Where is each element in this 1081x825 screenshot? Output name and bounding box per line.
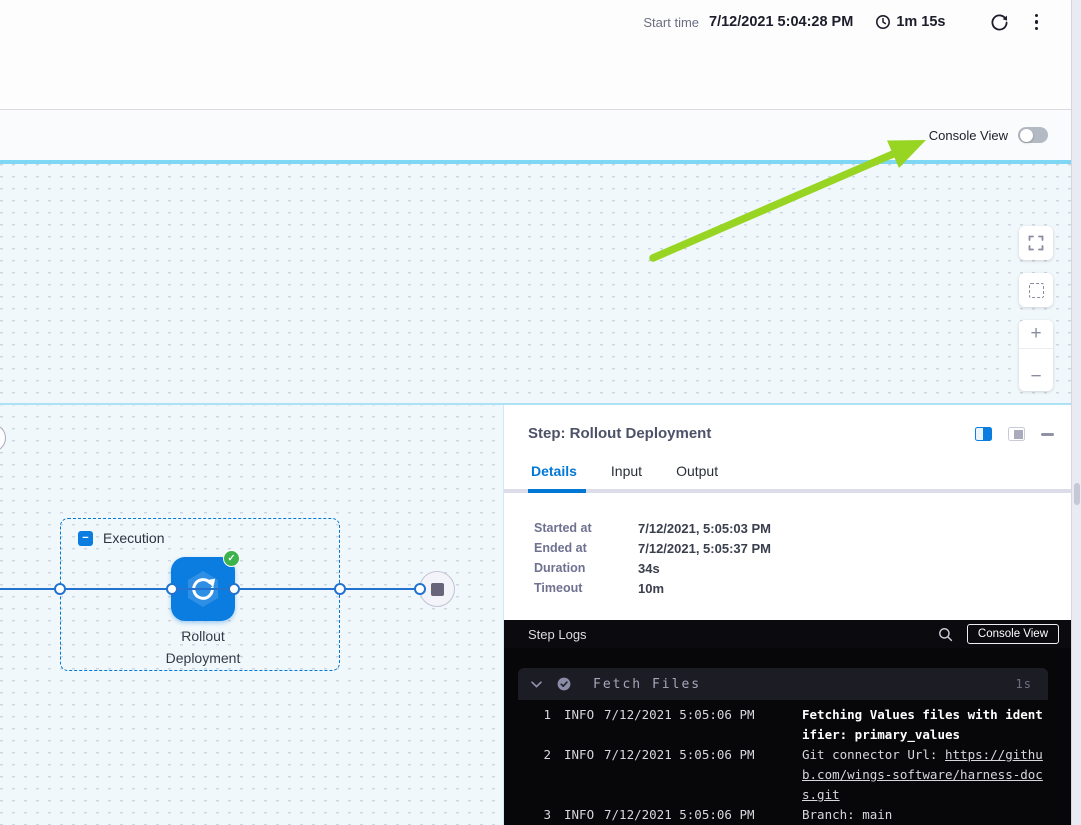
detail-value: 7/12/2021, 5:05:03 PM (638, 521, 771, 536)
log-level: INFO (564, 805, 604, 825)
log-level: INFO (564, 745, 604, 805)
console-view-label: Console View (929, 128, 1008, 143)
log-message: Git connector Url: https://github.com/wi… (802, 745, 1050, 805)
detail-row: Ended at 7/12/2021, 5:05:37 PM (534, 538, 771, 558)
log-section-header[interactable]: Fetch Files 1s (518, 668, 1048, 700)
step-logs-title: Step Logs (528, 627, 938, 642)
execution-header: Start time 7/12/2021 5:04:28 PM 1m 15s (0, 0, 1072, 110)
panel-tabs: Details Input Output (531, 463, 718, 479)
log-timestamp: 7/12/2021 5:05:06 PM (604, 745, 802, 805)
collapse-group-icon[interactable]: − (78, 531, 93, 546)
active-tab-indicator (528, 489, 586, 493)
node-label-line1: Rollout (123, 625, 283, 647)
canvas-zoom-controls: + − (1019, 226, 1053, 391)
detail-row: Duration 34s (534, 558, 771, 578)
detail-value: 7/12/2021, 5:05:37 PM (638, 541, 771, 556)
console-view-button[interactable]: Console View (967, 624, 1059, 644)
log-timestamp: 7/12/2021 5:05:06 PM (604, 805, 802, 825)
detail-value: 10m (638, 581, 664, 596)
zoom-out-button[interactable]: − (1019, 362, 1053, 391)
log-line-number: 3 (518, 805, 551, 825)
log-message: Fetching Values files with identifier: p… (802, 705, 1050, 745)
log-message: Branch: main (802, 805, 1050, 825)
detail-row: Started at 7/12/2021, 5:05:03 PM (534, 518, 771, 538)
split-view-icon[interactable] (975, 427, 992, 441)
tab-divider (504, 489, 1073, 493)
log-console[interactable]: Fetch Files 1s 1 INFO 7/12/2021 5:05:06 … (504, 648, 1073, 825)
elapsed-text: 1m 15s (896, 14, 945, 30)
rollout-deployment-node[interactable]: ✓ (171, 557, 235, 621)
full-view-icon[interactable] (1008, 427, 1025, 441)
log-line: 3 INFO 7/12/2021 5:05:06 PM Branch: main (518, 805, 1048, 825)
page-scrollbar-thumb[interactable] (1074, 483, 1080, 505)
console-view-toggle[interactable] (1018, 127, 1048, 143)
fullscreen-icon (1028, 235, 1044, 251)
rollout-icon (171, 557, 235, 621)
step-logs-bar: Step Logs Console View (504, 620, 1073, 648)
node-label: Rollout Deployment (123, 625, 283, 669)
detail-label: Duration (534, 561, 638, 575)
node-label-line2: Deployment (123, 647, 283, 669)
log-section-title: Fetch Files (593, 677, 701, 692)
detail-label: Timeout (534, 581, 638, 595)
execution-group-label: Execution (103, 530, 164, 546)
start-time-value: 7/12/2021 5:04:28 PM (709, 14, 853, 30)
minimize-icon[interactable] (1041, 433, 1054, 436)
panel-tab[interactable]: Details (531, 463, 577, 479)
detail-row: Timeout 10m (534, 578, 771, 598)
execution-group-header: − Execution (78, 530, 164, 546)
clock-icon (875, 14, 891, 30)
toggle-knob (1020, 129, 1033, 142)
panel-tab[interactable]: Input (611, 463, 642, 479)
fullscreen-button[interactable] (1019, 226, 1053, 260)
detail-value: 34s (638, 561, 660, 576)
kebab-icon (1035, 14, 1039, 31)
console-view-control: Console View (929, 127, 1048, 143)
log-line-number: 2 (518, 745, 551, 805)
log-line: 2 INFO 7/12/2021 5:05:06 PM Git connecto… (518, 745, 1048, 805)
panel-tab[interactable]: Output (676, 463, 718, 479)
log-timestamp: 7/12/2021 5:05:06 PM (604, 705, 802, 745)
elapsed-duration: 1m 15s (875, 14, 945, 30)
log-rows: 1 INFO 7/12/2021 5:05:06 PM Fetching Val… (518, 700, 1048, 825)
zoom-out-icon: − (1030, 366, 1041, 388)
zoom-in-out-group: + − (1019, 320, 1053, 391)
fit-to-screen-icon (1029, 283, 1044, 298)
stage-divider-line (0, 160, 1072, 164)
start-time-label: Start time (643, 15, 699, 30)
detail-label: Ended at (534, 541, 638, 555)
chevron-down-icon[interactable] (531, 681, 542, 688)
detail-label: Started at (534, 521, 638, 535)
execution-meta-row: Start time 7/12/2021 5:04:28 PM 1m 15s (643, 8, 1044, 36)
log-line: 1 INFO 7/12/2021 5:05:06 PM Fetching Val… (518, 705, 1048, 745)
log-group: Fetch Files 1s 1 INFO 7/12/2021 5:05:06 … (518, 668, 1048, 825)
pipeline-execution-page: Start time 7/12/2021 5:04:28 PM 1m 15s C… (0, 0, 1081, 825)
panel-view-icons (975, 427, 1054, 441)
refresh-button[interactable] (990, 13, 1009, 32)
log-section-duration: 1s (1016, 677, 1032, 691)
zoom-in-icon: + (1030, 323, 1041, 345)
page-scrollbar-track[interactable] (1071, 0, 1081, 825)
step-success-icon (557, 677, 571, 691)
log-level: INFO (564, 705, 604, 745)
panel-title: Step: Rollout Deployment (528, 425, 711, 442)
step-details-list: Started at 7/12/2021, 5:05:03 PM Ended a… (534, 518, 771, 598)
log-line-number: 1 (518, 705, 551, 745)
step-details-panel: Step: Rollout Deployment Details Input O… (503, 405, 1072, 825)
success-badge-icon: ✓ (223, 550, 240, 567)
pipeline-end-node[interactable] (419, 571, 455, 607)
view-options-bar: Console View (0, 111, 1072, 160)
more-options-button[interactable] (1029, 12, 1045, 33)
stop-icon (431, 583, 444, 596)
zoom-in-button[interactable]: + (1019, 320, 1053, 349)
search-icon[interactable] (938, 627, 953, 642)
fit-to-screen-button[interactable] (1019, 273, 1053, 307)
refresh-icon (990, 13, 1009, 32)
